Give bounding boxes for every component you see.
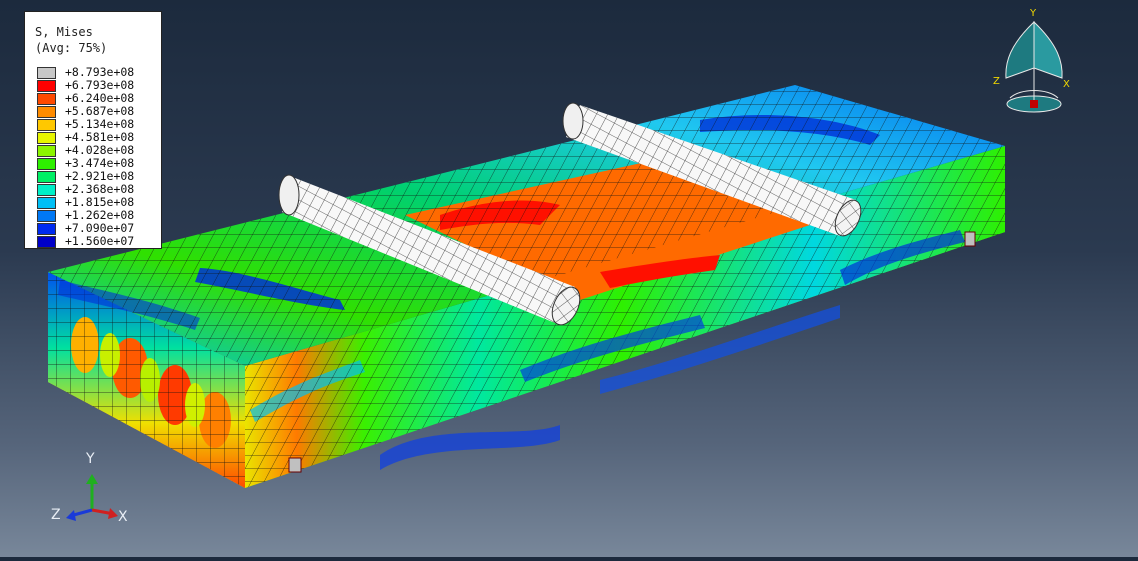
axis-triad <box>66 474 118 521</box>
legend-swatch <box>37 119 56 131</box>
viewcube-y-label[interactable]: Y <box>1030 8 1036 19</box>
triad-x-label: X <box>118 509 128 525</box>
viewcube-x-label[interactable]: X <box>1063 79 1070 90</box>
legend-value: +1.560e+07 <box>65 234 135 248</box>
view-cube-icon <box>1005 20 1063 113</box>
legend-swatch <box>37 67 56 79</box>
legend-swatch <box>37 145 56 157</box>
legend-swatch <box>37 236 56 248</box>
legend-swatch <box>37 171 56 183</box>
fe-model-render <box>48 20 1063 521</box>
stress-legend: S, Mises (Avg: 75%) +8.793e+08 +6.793e+08… <box>24 11 162 249</box>
legend-swatch <box>37 80 56 92</box>
legend-swatch <box>37 106 56 118</box>
triad-z-label: Z <box>51 507 61 523</box>
legend-subtitle: (Avg: 75%) <box>35 41 108 55</box>
legend-swatch <box>37 223 56 235</box>
model-viewport[interactable] <box>0 0 1138 557</box>
legend-swatch <box>37 197 56 209</box>
triad-y-label: Y <box>86 451 95 467</box>
legend-swatch <box>37 158 56 170</box>
legend-swatch <box>37 132 56 144</box>
legend-swatch <box>37 184 56 196</box>
viewcube-z-label[interactable]: Z <box>993 76 1000 87</box>
legend-title: S, Mises <box>35 25 93 39</box>
legend-swatch <box>37 210 56 222</box>
legend-swatch <box>37 93 56 105</box>
